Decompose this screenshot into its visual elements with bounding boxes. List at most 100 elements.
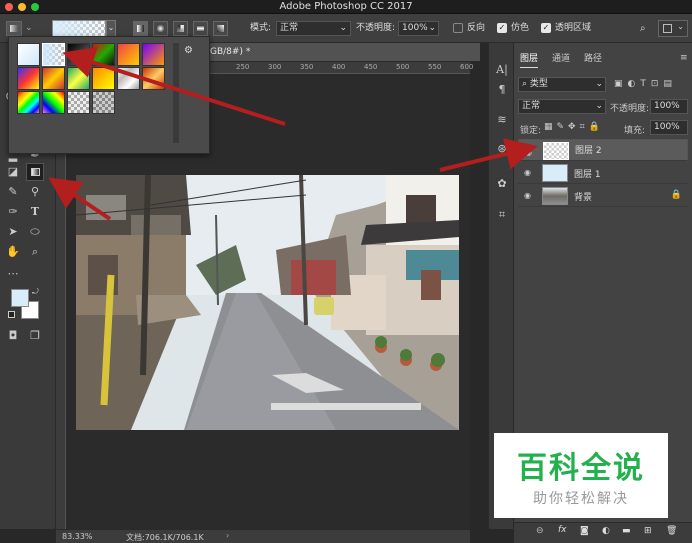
type-tool-icon[interactable]: T [26, 203, 44, 221]
opacity-value: 100% [402, 23, 428, 33]
tab-layers[interactable]: 图层 [520, 50, 539, 68]
reflected-gradient-button[interactable] [193, 21, 208, 36]
layer-opacity-label: 不透明度: [610, 104, 650, 114]
dither-checkbox[interactable]: ✓ [497, 23, 507, 33]
document-tab[interactable]: GB/8#) * [180, 43, 480, 62]
default-colors-icon[interactable] [8, 311, 15, 318]
tab-paths[interactable]: 路径 [584, 50, 602, 68]
adjustment-layer-icon[interactable]: ◐ [602, 526, 610, 536]
gradient-swatch-7[interactable] [17, 67, 40, 90]
gradient-swatch-16[interactable] [92, 91, 115, 114]
shape-tool-icon[interactable]: ⬭ [26, 223, 44, 241]
radial-gradient-icon [157, 25, 164, 32]
gradient-swatch-2[interactable] [42, 43, 65, 66]
layer-row-layer-2[interactable]: ◉ 图层 2 [518, 139, 688, 161]
layer-row-background[interactable]: ◉ 背景 🔒 [518, 185, 688, 207]
workspace-icon [663, 24, 672, 33]
layer-row-layer-1[interactable]: ◉ 图层 1 [518, 162, 688, 184]
new-group-icon[interactable]: ▬ [622, 526, 631, 536]
fill-input[interactable]: 100% [650, 120, 688, 135]
gradient-swatch-1[interactable] [17, 43, 40, 66]
diamond-gradient-button[interactable] [213, 21, 228, 36]
character-panel-icon[interactable]: A| [493, 61, 511, 79]
status-menu-arrow[interactable]: › [226, 531, 229, 540]
opacity-label: 不透明度: [356, 23, 396, 33]
channels-panel-icon[interactable]: ⊛ [493, 140, 511, 158]
gradient-swatch-9[interactable] [67, 67, 90, 90]
fx-icon[interactable]: fx [558, 525, 567, 535]
gradient-swatch-4[interactable] [92, 43, 115, 66]
gradient-swatch-13[interactable] [17, 91, 40, 114]
search-icon[interactable]: ⌕ [640, 21, 646, 36]
visibility-eye-icon[interactable]: ◉ [524, 168, 531, 177]
gradient-swatch-11[interactable] [117, 67, 140, 90]
layer-filter-select[interactable]: ⌕ 类型 ⌄ [518, 77, 606, 92]
ruler-tick-label: 550 [428, 63, 442, 71]
radial-gradient-button[interactable] [153, 21, 168, 36]
gradient-swatch-8[interactable] [42, 67, 65, 90]
chevron-down-icon[interactable]: ⌄ [25, 21, 33, 36]
path-selection-icon[interactable]: ➤ [4, 223, 22, 241]
dodge-tool-icon[interactable]: ✎ [4, 183, 22, 201]
gradient-swatch-3[interactable] [67, 43, 90, 66]
transparency-label: 透明区域 [555, 23, 592, 33]
trash-icon[interactable]: 🗑 [666, 526, 677, 536]
swap-colors-icon[interactable]: ⤾ [32, 287, 39, 297]
workspace-switcher[interactable]: ⌄ [658, 20, 688, 37]
pen-tool-icon[interactable]: ✑ [4, 203, 22, 221]
visibility-eye-icon[interactable]: ◉ [524, 191, 531, 200]
ruler-tick-label: 300 [268, 63, 282, 71]
panel-menu-icon[interactable]: ≡ [680, 53, 688, 63]
gradient-preview-swatch[interactable] [52, 20, 106, 37]
zoom-level[interactable]: 83.33% [62, 532, 93, 541]
hand-tool-icon[interactable]: ✋ [4, 243, 22, 261]
reverse-checkbox[interactable] [453, 23, 463, 33]
watermark-subtitle: 助你轻松解决 [533, 491, 629, 507]
gradient-swatch-5[interactable] [117, 43, 140, 66]
gradient-swatch-6[interactable] [142, 43, 165, 66]
gradient-tool-button[interactable] [26, 163, 44, 181]
fill-label: 填充: [624, 126, 646, 136]
gradient-swatch-12[interactable] [142, 67, 165, 90]
transparency-checkbox[interactable]: ✓ [541, 23, 551, 33]
adjustments-panel-icon[interactable]: ✿ [493, 175, 511, 193]
add-mask-icon[interactable]: ◙ [580, 526, 589, 536]
gradient-picker-dropdown[interactable]: ⌄ [106, 20, 116, 37]
gradient-swatch-15[interactable] [67, 91, 90, 114]
popup-scrollbar[interactable] [173, 43, 179, 143]
filter-icons[interactable]: ▣◐T⊡▤ [614, 79, 677, 89]
eraser-tool-icon[interactable]: ◪ [4, 163, 22, 181]
chevron-down-icon: ⌄ [428, 23, 436, 33]
quick-mask-icon[interactable]: ◘ [4, 327, 22, 345]
reverse-label: 反向 [467, 23, 486, 33]
ruler-tick-label: 250 [236, 63, 250, 71]
new-layer-icon[interactable]: ⊞ [644, 526, 652, 536]
document-photo-street[interactable] [76, 175, 459, 430]
more-tools-icon[interactable]: ⋯ [4, 265, 22, 283]
screen-mode-icon[interactable]: ❐ [26, 327, 44, 345]
angle-gradient-button[interactable] [173, 21, 188, 36]
paragraph-panel-icon[interactable]: ¶ [493, 81, 511, 99]
chevron-down-icon: ⌄ [339, 23, 347, 33]
visibility-eye-icon[interactable]: ◉ [525, 146, 532, 159]
lock-icons[interactable]: ▦✎✥⌗🔒 [544, 122, 604, 132]
smudge-tool-icon[interactable]: ⚲ [26, 183, 44, 201]
gradient-swatch-10[interactable] [92, 67, 115, 90]
foreground-color-swatch[interactable] [11, 289, 29, 307]
layer-filter-value: 类型 [529, 79, 548, 89]
mode-select[interactable]: 正常 ⌄ [276, 21, 351, 36]
linear-gradient-button[interactable] [133, 21, 148, 36]
title-bar: Adobe Photoshop CC 2017 [0, 0, 692, 14]
blend-mode-select[interactable]: 正常 ⌄ [518, 99, 606, 114]
layer-opacity-input[interactable]: 100% [650, 99, 688, 114]
gradient-swatch-14[interactable] [42, 91, 65, 114]
gear-icon[interactable]: ⚙ [184, 45, 193, 56]
zoom-tool-icon[interactable]: ⌕ [26, 243, 44, 261]
crop-panel-icon[interactable]: ⌗ [493, 206, 511, 224]
tab-channels[interactable]: 通道 [552, 50, 570, 68]
link-layers-icon[interactable]: ⊖ [536, 526, 544, 536]
layers-panel-icon[interactable]: ≋ [493, 111, 511, 129]
ruler-tick-label: 350 [300, 63, 314, 71]
tool-preset-picker[interactable] [6, 21, 22, 36]
opacity-input[interactable]: 100% ⌄ [398, 21, 439, 36]
